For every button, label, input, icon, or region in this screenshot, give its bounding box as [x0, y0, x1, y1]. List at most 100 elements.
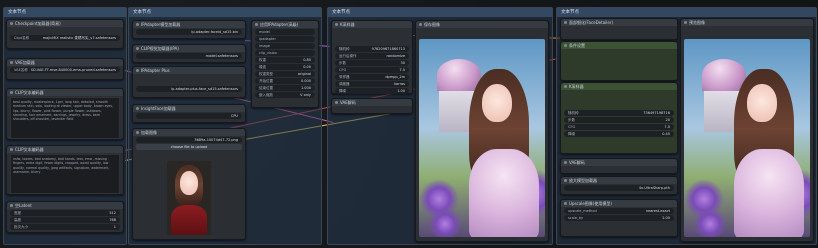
apply-ipadapter-row[interactable]: 权重 0.80: [255, 57, 315, 63]
refine-ksampler-node[interactable]: K采样器 随机种 736497198716 步数 20 CFG 7.0 降噪 0.45: [560, 82, 678, 154]
ckpt-value: majicMIX realistic 麦橘写实_v7.safetensors: [42, 36, 116, 40]
refine-ksampler-row[interactable]: 随机种 736497198716: [564, 110, 674, 116]
latent-batch-label: 批次大小: [14, 225, 28, 229]
apply-ipadapter-row-label: 结束位置: [259, 86, 273, 90]
apply-ipadapter-row[interactable]: 权重类型 original: [255, 71, 315, 77]
face-detailer-title[interactable]: 面部细化(FaceDetailer): [561, 19, 677, 26]
ipadapter-file-value: ip-adapter-faceid_sd15.bin: [191, 30, 238, 34]
clip-negative-node[interactable]: CLIP文本编码器 nsfw, lowres, bad anatomy, bad…: [6, 145, 124, 195]
ksampler-row-value: dpmpp_2m: [385, 75, 405, 79]
ksampler-row-value: 30: [400, 61, 405, 65]
apply-ipadapter-row[interactable]: 嵌入缩放 V only: [255, 92, 315, 98]
upscale-image-title[interactable]: Upscale图像(使用模型): [561, 200, 677, 207]
ksampler-row-label: 步数: [339, 61, 346, 65]
insightface-node[interactable]: InsightFace加载器 CPU: [132, 104, 246, 123]
refine-ksampler-title[interactable]: K采样器: [561, 83, 677, 90]
upload-button[interactable]: choose file to upload: [136, 144, 242, 150]
load-image-node[interactable]: 加载图像 3689a-10074d47-72.png choose file t…: [132, 128, 246, 240]
latent-width[interactable]: 宽度 512: [10, 210, 120, 216]
scale-by-field[interactable]: scale_by 2.00: [564, 215, 674, 221]
refine-ksampler-row-value: 0.45: [662, 132, 670, 136]
ipadapter-loader-title[interactable]: IPAdapter模型加载器: [133, 21, 245, 28]
conditioning-node[interactable]: 条件设置: [560, 41, 678, 81]
empty-latent-node[interactable]: 空Latent 宽度 512 高度 768 批次大小 1: [6, 201, 124, 233]
ksampler-row-label: 调度器: [339, 82, 350, 86]
empty-latent-title[interactable]: 空Latent: [7, 202, 123, 209]
ksampler-row[interactable]: CFG 7.0: [335, 67, 409, 73]
upscale-loader-title[interactable]: 放大模型加载器: [561, 177, 677, 184]
negative-prompt-textarea[interactable]: nsfw, lowres, bad anatomy, bad hands, te…: [10, 154, 120, 194]
latent-height[interactable]: 高度 768: [10, 217, 120, 223]
group-refine-title: 文本节点: [557, 8, 816, 17]
clipvision-title[interactable]: CLIP视觉加载器(IPA): [133, 45, 245, 52]
apply-ipadapter-row[interactable]: 结束位置 1.000: [255, 85, 315, 91]
clip-positive-node[interactable]: CLIP文本编码器 best quality, masterpiece, 1gi…: [6, 88, 124, 140]
apply-ipadapter-row[interactable]: 噪波 0.00: [255, 64, 315, 70]
latent-batch[interactable]: 批次大小 1: [10, 224, 120, 230]
clip-negative-title[interactable]: CLIP文本编码器: [7, 146, 123, 153]
generated-image-2: [684, 39, 810, 237]
checkpoint-node-title[interactable]: Checkpoint加载器(简易): [7, 20, 123, 27]
insightface-provider[interactable]: CPU: [136, 113, 242, 119]
positive-prompt-textarea[interactable]: best quality, masterpiece, 1girl, long h…: [10, 97, 120, 139]
ipadapter-plus-node[interactable]: IPAdapter Plus ip-adapter-plus-face_sd15…: [132, 66, 246, 98]
face-detailer-node[interactable]: 面部细化(FaceDetailer): [560, 18, 678, 40]
upscale-image-node[interactable]: Upscale图像(使用模型) upscale_method nearest-ex…: [560, 199, 678, 237]
clipvision-node[interactable]: CLIP视觉加载器(IPA) model.safetensors: [132, 44, 246, 63]
ipadapter-plus-select[interactable]: ip-adapter-plus-face_sd15.safetensors: [136, 86, 242, 92]
preview-image-title[interactable]: 预览图像: [681, 19, 813, 26]
apply-ipadapter-row[interactable]: 开始位置 0.000: [255, 78, 315, 84]
load-image-title[interactable]: 加载图像: [133, 129, 245, 136]
clipvision-value: model.safetensors: [205, 54, 238, 58]
ksampler-row-label: 降噪: [339, 89, 346, 93]
ksampler-row[interactable]: 降噪 1.00: [335, 88, 409, 94]
ipadapter-loader-node[interactable]: IPAdapter模型加载器 ip-adapter-faceid_sd15.bi…: [132, 20, 246, 39]
checkpoint-node[interactable]: Checkpoint加载器(简易) Ckpt名称 majicMIX realis…: [6, 19, 124, 49]
refine-vae-decode-node[interactable]: VAE解码: [560, 158, 678, 174]
vae-loader-title[interactable]: VAE加载器: [7, 59, 123, 66]
refine-vae-decode-title[interactable]: VAE解码: [561, 159, 677, 166]
ksampler-row-value: 7.0: [399, 68, 405, 72]
latent-height-value: 768: [109, 218, 116, 222]
apply-ipadapter-row[interactable]: model: [255, 29, 315, 35]
ksampler-node[interactable]: K采样器 随机种 976209671860713 运行后操作 randomize 步数 3…: [331, 20, 413, 94]
vae-select[interactable]: VAE名称 SD-VAE-FT-mse-840000-ema-pruned.sa…: [10, 67, 120, 73]
vae-decode-title[interactable]: VAE解码: [332, 99, 412, 106]
apply-ipadapter-row[interactable]: ipadapter: [255, 36, 315, 42]
ksampler-row[interactable]: 调度器 karras: [335, 81, 409, 87]
ksampler-title[interactable]: K采样器: [332, 21, 412, 28]
image-select[interactable]: 3689a-10074d47-72.png: [136, 137, 242, 143]
save-image-node[interactable]: 保存图像: [415, 20, 549, 242]
upscale-loader-node[interactable]: 放大模型加载器 4x-UltraSharp.pth: [560, 176, 678, 195]
insightface-title[interactable]: InsightFace加载器: [133, 105, 245, 112]
ksampler-row-value: karras: [394, 82, 405, 86]
ksampler-row[interactable]: 随机种 976209671860713: [335, 46, 409, 52]
save-image-title[interactable]: 保存图像: [416, 21, 548, 28]
refine-ksampler-row[interactable]: 降噪 0.45: [564, 131, 674, 137]
apply-ipadapter-row-value: original: [297, 72, 311, 76]
vae-loader-node[interactable]: VAE加载器 VAE名称 SD-VAE-FT-mse-840000-ema-pr…: [6, 58, 124, 80]
ksampler-row-label: 采样器: [339, 75, 350, 79]
vae-decode-node[interactable]: VAE解码: [331, 98, 413, 114]
upscale-method-select[interactable]: upscale_method nearest-exact: [564, 208, 674, 214]
ksampler-row-label: 运行后操作: [339, 54, 357, 58]
clipvision-select[interactable]: model.safetensors: [136, 53, 242, 59]
apply-ipadapter-row[interactable]: image: [255, 43, 315, 49]
ksampler-row[interactable]: 运行后操作 randomize: [335, 53, 409, 59]
conditioning-title[interactable]: 条件设置: [561, 42, 677, 49]
preview-image-node[interactable]: 预览图像: [680, 18, 814, 242]
apply-ipadapter-node[interactable]: 应用IPAdapter(高级) model ipadapter image clip_…: [251, 20, 319, 108]
apply-ipadapter-row-value: 0.000: [300, 79, 311, 83]
ksampler-row[interactable]: 步数 30: [335, 60, 409, 66]
ipadapter-plus-title[interactable]: IPAdapter Plus: [133, 67, 245, 74]
insightface-value: CPU: [230, 114, 238, 118]
refine-ksampler-row[interactable]: CFG 7.0: [564, 124, 674, 130]
apply-ipadapter-row[interactable]: clip_vision: [255, 50, 315, 56]
clip-positive-title[interactable]: CLIP文本编码器: [7, 89, 123, 96]
upscale-model-select[interactable]: 4x-UltraSharp.pth: [564, 185, 674, 191]
ipadapter-file-select[interactable]: ip-adapter-faceid_sd15.bin: [136, 29, 242, 35]
ksampler-row[interactable]: 采样器 dpmpp_2m: [335, 74, 409, 80]
ckpt-select[interactable]: Ckpt名称 majicMIX realistic 麦橘写实_v7.safete…: [10, 35, 120, 41]
refine-ksampler-row[interactable]: 步数 20: [564, 117, 674, 123]
apply-ipadapter-title[interactable]: 应用IPAdapter(高级): [252, 21, 318, 28]
